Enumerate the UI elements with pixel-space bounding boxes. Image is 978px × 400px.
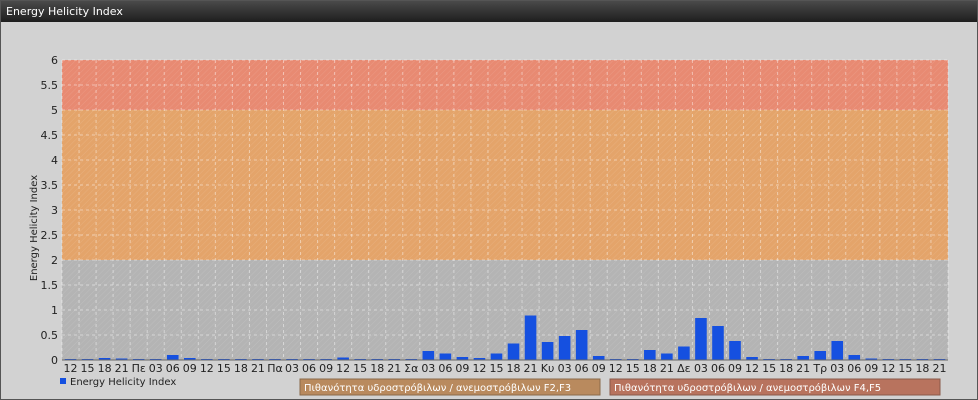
x-tick-38: 06 <box>711 362 725 375</box>
x-tick-36: Δε <box>677 362 691 375</box>
y-tick-0: 0 <box>51 354 58 367</box>
x-tick-29: 03 <box>558 362 572 375</box>
y-tick-3: 1.5 <box>41 279 59 292</box>
bar-35 <box>661 353 673 360</box>
x-tick-39: 09 <box>728 362 742 375</box>
bar-6 <box>166 355 179 360</box>
x-tick-13: 03 <box>285 362 299 375</box>
x-tick-42: 18 <box>779 362 793 375</box>
x-tick-31: 09 <box>592 362 606 375</box>
x-tick-7: 09 <box>183 362 197 375</box>
bar-38 <box>712 326 724 360</box>
x-tick-34: 18 <box>643 362 657 375</box>
bar-28 <box>541 342 554 360</box>
x-tick-46: 06 <box>847 362 861 375</box>
x-tick-44: Τρ <box>812 362 827 375</box>
x-tick-30: 06 <box>575 362 589 375</box>
x-tick-9: 15 <box>217 362 231 375</box>
x-tick-32: 12 <box>609 362 623 375</box>
legend-label-series: Energy Helicity Index <box>70 377 176 388</box>
x-tick-47: 09 <box>864 362 878 375</box>
x-tick-49: 15 <box>898 362 912 375</box>
bar-37 <box>695 318 707 360</box>
y-tick-11: 5.5 <box>41 79 59 92</box>
legend-label-f4f5: Πιθανότητα υδροστρόβιλων / ανεμοστρόβιλω… <box>614 382 881 394</box>
x-tick-6: 06 <box>166 362 180 375</box>
x-tick-41: 15 <box>762 362 776 375</box>
x-tick-12: Πα <box>267 362 283 375</box>
bar-36 <box>678 346 690 360</box>
x-tick-8: 12 <box>200 362 214 375</box>
x-tick-27: 21 <box>524 362 538 375</box>
x-tick-5: 03 <box>149 362 163 375</box>
bar-43 <box>797 356 809 360</box>
x-tick-2: 18 <box>98 362 112 375</box>
bar-30 <box>575 330 588 360</box>
y-tick-5: 2.5 <box>41 229 59 242</box>
x-tick-35: 21 <box>660 362 674 375</box>
x-tick-4: Πε <box>132 362 146 375</box>
bar-26 <box>507 343 520 360</box>
x-tick-16: 12 <box>336 362 350 375</box>
x-tick-48: 12 <box>881 362 895 375</box>
x-tick-50: 18 <box>915 362 929 375</box>
x-tick-labels: 12 15 18 21 Πε 03 06 09 12 15 18 21 Πα 03 06 09 12 15 18 21… <box>64 362 947 375</box>
y-tick-9: 4.5 <box>41 129 59 142</box>
x-tick-19: 21 <box>387 362 401 375</box>
y-tick-labels: 0 0.5 1 1.5 2 2.5 3 3.5 4 4.5 5 5.5 6 <box>41 54 59 367</box>
x-tick-25: 15 <box>489 362 503 375</box>
x-tick-43: 21 <box>796 362 810 375</box>
legend: Energy Helicity Index Πιθανότητα υδροστρ… <box>60 377 941 396</box>
x-tick-20: Σα <box>404 362 418 375</box>
x-tick-17: 15 <box>353 362 367 375</box>
x-tick-51: 21 <box>932 362 946 375</box>
bar-39 <box>729 341 741 360</box>
legend-label-f2f3: Πιθανότητα υδροστρόβιλων / ανεμοστρόβιλω… <box>304 382 571 394</box>
x-tick-0: 12 <box>64 362 78 375</box>
chart-canvas: 00.511.522.533.544.555.56 12 15 18 21 Πε 03 06… <box>29 54 949 396</box>
bar-29 <box>558 336 571 360</box>
x-tick-1: 15 <box>81 362 95 375</box>
bar-31 <box>592 356 605 360</box>
x-tick-11: 21 <box>251 362 265 375</box>
x-tick-40: 12 <box>745 362 759 375</box>
x-tick-15: 09 <box>319 362 333 375</box>
y-tick-2: 1 <box>51 304 58 317</box>
y-tick-8: 4 <box>51 154 58 167</box>
x-tick-21: 03 <box>421 362 435 375</box>
x-tick-14: 06 <box>302 362 316 375</box>
x-tick-28: Κυ <box>541 362 555 375</box>
x-tick-45: 03 <box>830 362 844 375</box>
x-tick-37: 03 <box>694 362 708 375</box>
y-tick-7: 3.5 <box>41 179 59 192</box>
y-tick-6: 3 <box>51 204 58 217</box>
x-tick-22: 06 <box>438 362 452 375</box>
x-tick-3: 21 <box>115 362 129 375</box>
bar-22 <box>439 353 452 360</box>
legend-swatch-series <box>60 378 66 384</box>
bar-25 <box>490 353 503 360</box>
y-tick-4: 2 <box>51 254 58 267</box>
bar-46 <box>848 355 861 360</box>
y-axis-label: Energy Helicity Index <box>29 175 40 281</box>
x-tick-10: 18 <box>234 362 248 375</box>
y-tick-12: 6 <box>51 54 58 67</box>
x-tick-18: 18 <box>370 362 384 375</box>
bar-44 <box>814 351 827 360</box>
x-tick-24: 12 <box>472 362 486 375</box>
bar-45 <box>831 341 844 360</box>
x-tick-26: 18 <box>507 362 521 375</box>
bar-27 <box>524 315 537 360</box>
y-tick-1: 0.5 <box>41 329 59 342</box>
y-tick-10: 5 <box>51 104 58 117</box>
x-tick-33: 15 <box>626 362 640 375</box>
bar-34 <box>644 350 656 360</box>
bar-21 <box>422 351 435 360</box>
x-tick-23: 09 <box>455 362 469 375</box>
